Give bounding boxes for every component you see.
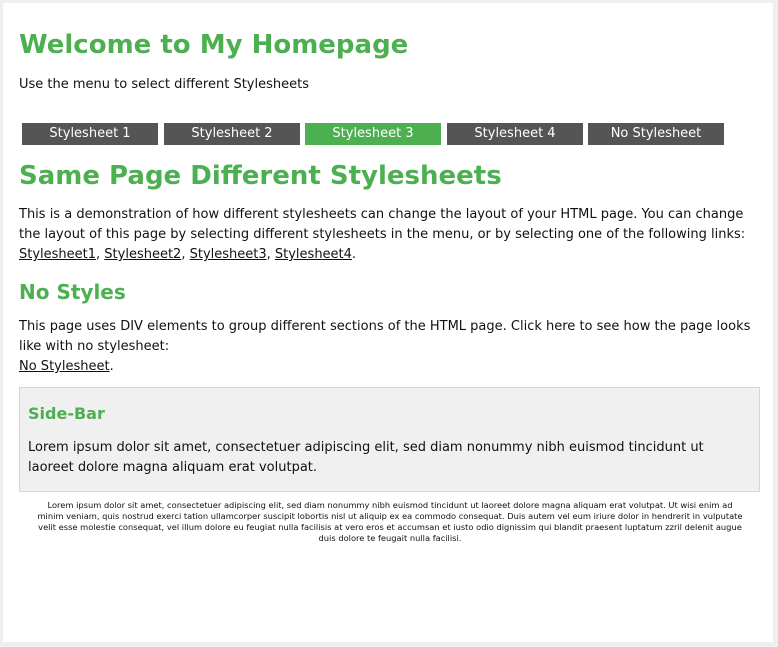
page-title: Welcome to My Homepage — [19, 30, 409, 60]
link-no-stylesheet[interactable]: No Stylesheet — [19, 359, 110, 374]
no-styles-text: This page uses DIV elements to group dif… — [19, 319, 751, 354]
demo-paragraph-text: This is a demonstration of how different… — [19, 207, 746, 242]
menu-item-no-stylesheet[interactable]: No Stylesheet — [588, 123, 724, 145]
sidebar-title: Side-Bar — [28, 404, 105, 423]
menu-item-stylesheet-3[interactable]: Stylesheet 3 — [305, 123, 441, 145]
link-separator: , — [266, 247, 275, 262]
link-stylesheet4[interactable]: Stylesheet4 — [275, 247, 352, 262]
demo-paragraph: This is a demonstration of how different… — [19, 205, 760, 265]
link-stylesheet1[interactable]: Stylesheet1 — [19, 247, 96, 262]
menu-item-stylesheet-4[interactable]: Stylesheet 4 — [447, 123, 583, 145]
section-title: Same Page Different Stylesheets — [19, 161, 502, 191]
intro-text: Use the menu to select different Stylesh… — [19, 77, 309, 92]
link-end: . — [351, 247, 357, 262]
no-styles-paragraph: This page uses DIV elements to group dif… — [19, 317, 760, 377]
link-stylesheet2[interactable]: Stylesheet2 — [104, 247, 181, 262]
page: Welcome to My Homepage Use the menu to s… — [3, 3, 773, 642]
menu-item-stylesheet-2[interactable]: Stylesheet 2 — [164, 123, 300, 145]
sidebar-text: Lorem ipsum dolor sit amet, consectetuer… — [28, 440, 704, 475]
link-stylesheet3[interactable]: Stylesheet3 — [190, 247, 267, 262]
link-separator: , — [181, 247, 190, 262]
link-end: . — [109, 359, 114, 374]
footer-text: Lorem ipsum dolor sit amet, consectetuer… — [37, 500, 743, 543]
sidebar-box: Side-Bar Lorem ipsum dolor sit amet, con… — [19, 387, 760, 492]
menu-item-stylesheet-1[interactable]: Stylesheet 1 — [22, 123, 158, 145]
no-styles-heading: No Styles — [19, 280, 126, 304]
